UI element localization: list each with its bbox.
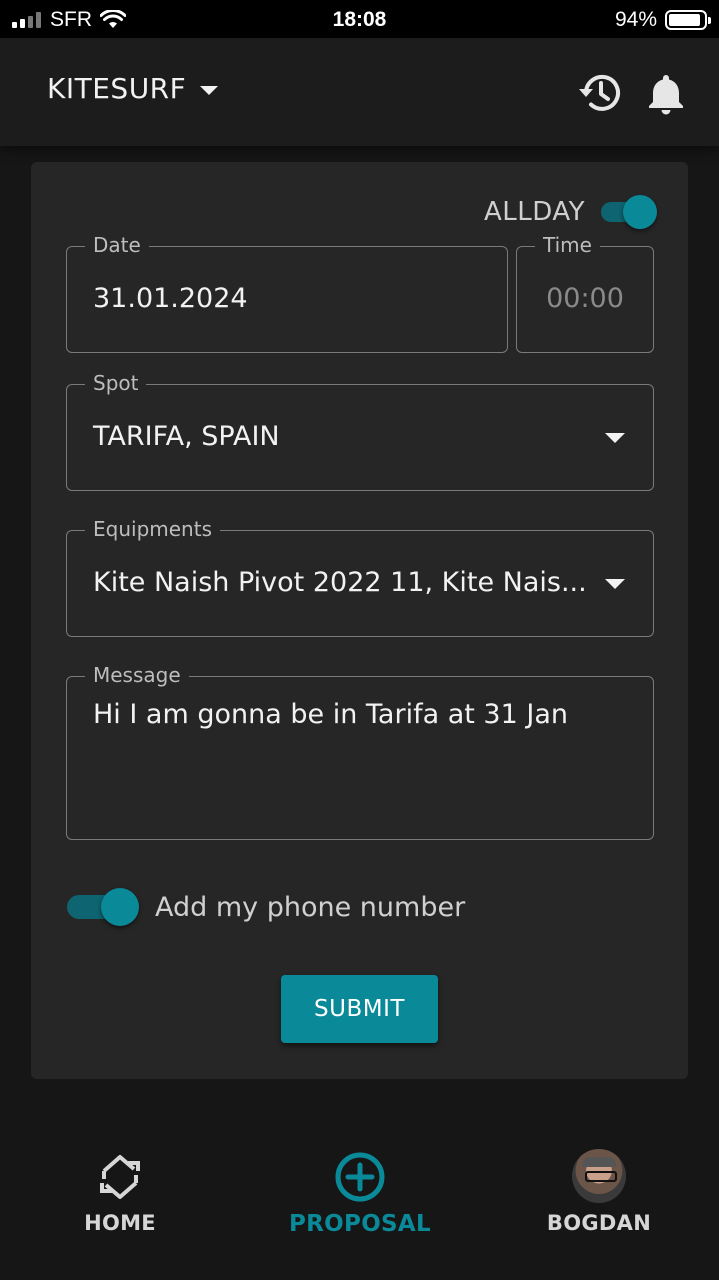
phone-row: Add my phone number xyxy=(65,888,465,926)
battery-icon xyxy=(665,10,711,30)
nav-home-label: HOME xyxy=(84,1211,156,1235)
bottom-nav: HOME PROPOSAL BOGDAN xyxy=(0,1135,719,1245)
equipments-select[interactable]: Equipments Kite Naish Pivot 2022 11, Kit… xyxy=(66,517,654,637)
time-label: Time xyxy=(535,233,600,257)
nav-proposal[interactable]: PROPOSAL xyxy=(270,1135,450,1237)
date-label: Date xyxy=(85,233,149,257)
sport-selector-label: KITESURF xyxy=(47,72,187,105)
date-field[interactable]: Date 31.01.2024 xyxy=(66,233,508,353)
bell-icon[interactable] xyxy=(643,70,689,116)
phone-toggle[interactable] xyxy=(65,888,139,926)
message-field[interactable]: Message Hi I am gonna be in Tarifa at 31… xyxy=(66,663,654,840)
nav-profile[interactable]: BOGDAN xyxy=(509,1135,689,1235)
allday-label: ALLDAY xyxy=(484,197,585,227)
add-circle-icon xyxy=(335,1152,385,1202)
nav-proposal-label: PROPOSAL xyxy=(289,1211,431,1237)
status-bar: SFR 18:08 94% xyxy=(0,0,719,38)
history-icon[interactable] xyxy=(577,70,623,116)
home-swap-icon xyxy=(100,1155,140,1199)
spot-label: Spot xyxy=(85,371,147,395)
phone-label: Add my phone number xyxy=(155,891,466,923)
message-label: Message xyxy=(85,663,189,687)
status-time: 18:08 xyxy=(332,8,387,31)
spot-value: TARIFA, SPAIN xyxy=(93,421,280,452)
nav-home[interactable]: HOME xyxy=(30,1135,210,1235)
equipments-label: Equipments xyxy=(85,517,220,541)
message-value: Hi I am gonna be in Tarifa at 31 Jan xyxy=(93,699,568,730)
allday-toggle[interactable] xyxy=(599,195,657,229)
equipments-value: Kite Naish Pivot 2022 11, Kite Nais... xyxy=(93,567,587,598)
sport-selector[interactable]: KITESURF xyxy=(47,72,219,105)
battery-percent: 94% xyxy=(614,8,657,31)
date-value: 31.01.2024 xyxy=(93,283,248,314)
avatar xyxy=(572,1149,626,1203)
app-bar: KITESURF xyxy=(0,38,719,146)
submit-button[interactable]: SUBMIT xyxy=(281,975,438,1043)
status-right: 94% xyxy=(614,8,711,32)
toggle-knob xyxy=(101,888,139,926)
caret-down-icon xyxy=(200,86,219,95)
allday-row: ALLDAY xyxy=(484,195,657,229)
dropdown-arrow-icon xyxy=(605,579,625,589)
time-field[interactable]: Time 00:00 xyxy=(516,233,654,353)
nav-profile-label: BOGDAN xyxy=(546,1211,652,1235)
dropdown-arrow-icon xyxy=(605,433,625,443)
toggle-knob xyxy=(623,195,657,229)
time-placeholder: 00:00 xyxy=(546,283,624,314)
proposal-form-card: ALLDAY Date 31.01.2024 Time 00:00 Spot T… xyxy=(31,162,688,1079)
spot-select[interactable]: Spot TARIFA, SPAIN xyxy=(66,371,654,491)
